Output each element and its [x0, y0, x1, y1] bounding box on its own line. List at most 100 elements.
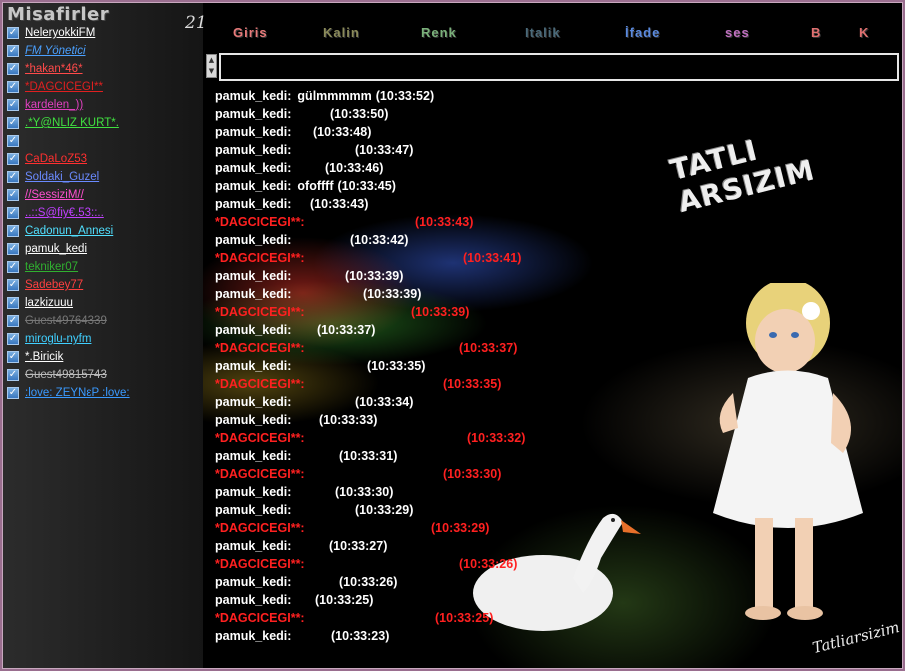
user-list-item[interactable]: ✓ *hakan*46*: [7, 60, 130, 78]
user-checkbox-icon[interactable]: ✓: [7, 261, 19, 273]
user-list-item[interactable]: ✓ FM Yönetici: [7, 42, 130, 60]
message-sender[interactable]: pamuk_kedi:: [215, 359, 291, 373]
toolbar-button-ifade[interactable]: İfade: [625, 25, 660, 40]
user-name-link[interactable]: .*Y@NLIZ KURT*.: [25, 117, 119, 129]
message-sender[interactable]: pamuk_kedi:: [215, 107, 291, 121]
message-sender[interactable]: pamuk_kedi:: [215, 269, 291, 283]
message-sender[interactable]: pamuk_kedi:: [215, 287, 291, 301]
message-input[interactable]: [219, 53, 899, 81]
message-sender[interactable]: *DAGCICEGI**:: [215, 467, 305, 481]
user-checkbox-icon[interactable]: ✓: [7, 135, 19, 147]
user-list-item[interactable]: ✓ Sadebey77: [7, 276, 130, 294]
user-name-link[interactable]: kardelen_)): [25, 99, 83, 111]
message-sender[interactable]: *DAGCICEGI**:: [215, 521, 305, 535]
user-list-item[interactable]: ✓ Cadonun_Annesi: [7, 222, 130, 240]
message-sender[interactable]: *DAGCICEGI**:: [215, 341, 305, 355]
user-checkbox-icon[interactable]: ✓: [7, 297, 19, 309]
message-sender[interactable]: pamuk_kedi:: [215, 413, 291, 427]
user-name-link[interactable]: pamuk_kedi: [25, 243, 87, 255]
user-checkbox-icon[interactable]: ✓: [7, 279, 19, 291]
message-sender[interactable]: pamuk_kedi:: [215, 503, 291, 517]
user-list-item[interactable]: ✓ //SessiziM//: [7, 186, 130, 204]
scroll-spinner[interactable]: ▲ ▼: [206, 54, 217, 78]
user-list-item[interactable]: ✓ *.Biricik: [7, 348, 130, 366]
user-list-item[interactable]: ✓ kardelen_)): [7, 96, 130, 114]
user-checkbox-icon[interactable]: ✓: [7, 351, 19, 363]
user-name-link[interactable]: *.Biricik: [25, 351, 63, 363]
user-checkbox-icon[interactable]: ✓: [7, 153, 19, 165]
user-name-link[interactable]: *DAGCICEGI**: [25, 81, 103, 93]
user-name-link[interactable]: CaDaLoZ53: [25, 153, 87, 165]
user-checkbox-icon[interactable]: ✓: [7, 45, 19, 57]
message-sender[interactable]: *DAGCICEGI**:: [215, 431, 305, 445]
user-list-item[interactable]: ✓ ..::S@fiy€.53::..: [7, 204, 130, 222]
user-checkbox-icon[interactable]: ✓: [7, 387, 19, 399]
message-sender[interactable]: pamuk_kedi:: [215, 629, 291, 643]
user-checkbox-icon[interactable]: ✓: [7, 369, 19, 381]
toolbar-button-kalin[interactable]: Kalin: [323, 25, 360, 40]
message-sender[interactable]: pamuk_kedi:: [215, 539, 291, 553]
user-name-link[interactable]: lazkizuuu: [25, 297, 73, 309]
user-checkbox-icon[interactable]: ✓: [7, 27, 19, 39]
user-name-link[interactable]: Soldaki_Guzel: [25, 171, 99, 183]
user-name-link[interactable]: //SessiziM//: [25, 189, 84, 201]
user-name-link[interactable]: miroglu-nyfm: [25, 333, 91, 345]
user-checkbox-icon[interactable]: ✓: [7, 63, 19, 75]
user-list-item[interactable]: ✓ Soldaki_Guzel: [7, 168, 130, 186]
user-list-item[interactable]: ✓ :love: ZEYNεP :love:: [7, 384, 130, 402]
message-sender[interactable]: pamuk_kedi:: [215, 575, 291, 589]
message-sender[interactable]: pamuk_kedi:: [215, 395, 291, 409]
message-sender[interactable]: *DAGCICEGI**:: [215, 215, 305, 229]
user-list-item[interactable]: ✓ lazkizuuu: [7, 294, 130, 312]
message-sender[interactable]: *DAGCICEGI**:: [215, 611, 305, 625]
user-list-item[interactable]: ✓ tekniker07: [7, 258, 130, 276]
user-list-item[interactable]: ✓ CaDaLoZ53: [7, 150, 130, 168]
message-sender[interactable]: pamuk_kedi:: [215, 179, 291, 193]
message-sender[interactable]: *DAGCICEGI**:: [215, 251, 305, 265]
user-name-link[interactable]: Guest49815743: [25, 369, 107, 381]
user-checkbox-icon[interactable]: ✓: [7, 315, 19, 327]
user-list-item[interactable]: ✓ *DAGCICEGI**: [7, 78, 130, 96]
message-sender[interactable]: pamuk_kedi:: [215, 449, 291, 463]
message-sender[interactable]: pamuk_kedi:: [215, 233, 291, 247]
toolbar-button-giris[interactable]: Giris: [233, 25, 268, 40]
message-sender[interactable]: pamuk_kedi:: [215, 323, 291, 337]
user-name-link[interactable]: *hakan*46*: [25, 63, 83, 75]
message-sender[interactable]: pamuk_kedi:: [215, 125, 291, 139]
user-name-link[interactable]: Cadonun_Annesi: [25, 225, 113, 237]
user-list-item[interactable]: ✓ Guest49764339: [7, 312, 130, 330]
message-sender[interactable]: pamuk_kedi:: [215, 161, 291, 175]
user-list-item[interactable]: ✓ miroglu-nyfm: [7, 330, 130, 348]
user-name-link[interactable]: Sadebey77: [25, 279, 83, 291]
user-name-link[interactable]: tekniker07: [25, 261, 78, 273]
message-sender[interactable]: *DAGCICEGI**:: [215, 377, 305, 391]
user-name-link[interactable]: FM Yönetici: [25, 45, 86, 57]
user-list-item[interactable]: ✓ pamuk_kedi: [7, 240, 130, 258]
user-checkbox-icon[interactable]: ✓: [7, 189, 19, 201]
user-list-item[interactable]: ✓ NeleryokkiFM: [7, 24, 130, 42]
message-sender[interactable]: *DAGCICEGI**:: [215, 305, 305, 319]
user-checkbox-icon[interactable]: ✓: [7, 243, 19, 255]
user-checkbox-icon[interactable]: ✓: [7, 81, 19, 93]
toolbar-button-k[interactable]: K: [859, 25, 869, 40]
user-name-link[interactable]: Guest49764339: [25, 315, 107, 327]
toolbar-button-renk[interactable]: Renk: [421, 25, 457, 40]
message-sender[interactable]: pamuk_kedi:: [215, 89, 291, 103]
user-checkbox-icon[interactable]: ✓: [7, 117, 19, 129]
user-checkbox-icon[interactable]: ✓: [7, 225, 19, 237]
user-checkbox-icon[interactable]: ✓: [7, 171, 19, 183]
message-sender[interactable]: *DAGCICEGI**:: [215, 557, 305, 571]
message-sender[interactable]: pamuk_kedi:: [215, 485, 291, 499]
toolbar-button-b[interactable]: B: [811, 25, 821, 40]
toolbar-button-ses[interactable]: ses: [725, 25, 750, 40]
user-name-link[interactable]: NeleryokkiFM: [25, 27, 95, 39]
message-sender[interactable]: pamuk_kedi:: [215, 197, 291, 211]
user-checkbox-icon[interactable]: ✓: [7, 333, 19, 345]
user-list-item[interactable]: ✓: [7, 132, 130, 150]
user-name-link[interactable]: :love: ZEYNεP :love:: [25, 387, 130, 399]
message-sender[interactable]: pamuk_kedi:: [215, 143, 291, 157]
user-name-link[interactable]: ..::S@fiy€.53::..: [25, 207, 104, 219]
user-list-item[interactable]: ✓ .*Y@NLIZ KURT*.: [7, 114, 130, 132]
toolbar-button-italik[interactable]: Italik: [525, 25, 561, 40]
user-checkbox-icon[interactable]: ✓: [7, 99, 19, 111]
